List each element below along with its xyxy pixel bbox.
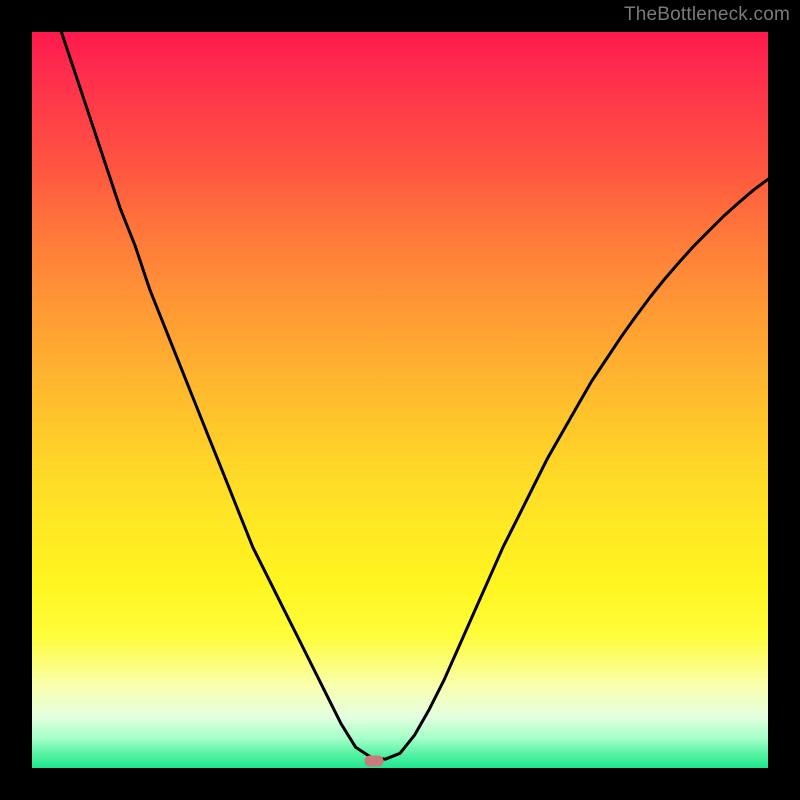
chart-frame: TheBottleneck.com <box>0 0 800 800</box>
optimal-point-marker <box>365 755 384 766</box>
bottleneck-curve <box>32 32 768 768</box>
plot-area <box>32 32 768 768</box>
watermark-text: TheBottleneck.com <box>624 4 790 26</box>
